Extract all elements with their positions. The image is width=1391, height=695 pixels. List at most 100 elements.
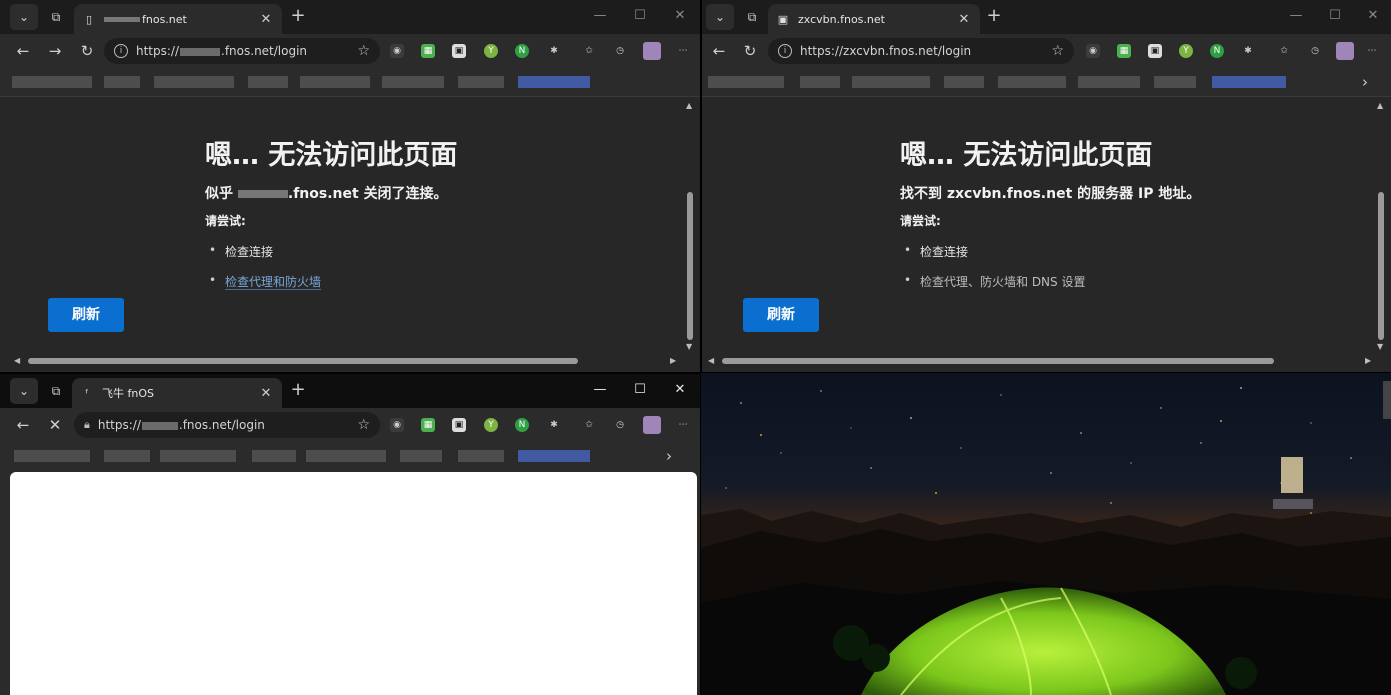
more-icon[interactable]: ⋯ bbox=[676, 418, 690, 432]
bookmark-item[interactable] bbox=[12, 76, 92, 88]
back-button[interactable]: ← bbox=[12, 415, 34, 435]
history-icon[interactable]: ◷ bbox=[613, 418, 627, 432]
bookmark-item[interactable] bbox=[1154, 76, 1196, 88]
star-icon[interactable]: ☆ bbox=[357, 43, 370, 59]
bookmark-item[interactable] bbox=[1078, 76, 1140, 88]
bookmark-item[interactable] bbox=[518, 450, 590, 462]
close-icon[interactable]: ✕ bbox=[258, 12, 274, 27]
workspaces-button[interactable]: ⧉ bbox=[42, 378, 70, 404]
bookmark-item[interactable] bbox=[944, 76, 984, 88]
close-window-icon[interactable]: ✕ bbox=[1363, 8, 1383, 23]
vertical-scrollbar[interactable] bbox=[687, 192, 693, 340]
more-icon[interactable]: ⋯ bbox=[676, 44, 690, 58]
maximize-icon[interactable]: ☐ bbox=[630, 382, 650, 397]
back-button[interactable]: ← bbox=[12, 41, 34, 61]
puzzle-icon[interactable]: ✱ bbox=[547, 418, 561, 432]
extension-icon[interactable]: ▣ bbox=[1148, 44, 1162, 58]
new-tab-button[interactable]: + bbox=[286, 6, 310, 28]
refresh-page-button[interactable]: 刷新 bbox=[48, 298, 124, 332]
puzzle-icon[interactable]: ✱ bbox=[1241, 44, 1255, 58]
chevron-right-icon[interactable]: › bbox=[658, 446, 680, 466]
refresh-button[interactable]: ↻ bbox=[739, 41, 761, 61]
back-button[interactable]: ← bbox=[708, 41, 730, 61]
bookmark-item[interactable] bbox=[252, 450, 296, 462]
tab-active[interactable]: ▣ zxcvbn.fnos.net ✕ bbox=[768, 4, 980, 34]
extension-icon[interactable]: ▦ bbox=[421, 418, 435, 432]
horizontal-scrollbar[interactable] bbox=[28, 358, 578, 364]
bookmark-item[interactable] bbox=[154, 76, 234, 88]
address-bar[interactable]: i https://.fnos.net/login ☆ bbox=[104, 38, 380, 64]
favorites-icon[interactable]: ✩ bbox=[582, 418, 596, 432]
address-bar[interactable]: i https://zxcvbn.fnos.net/login ☆ bbox=[768, 38, 1074, 64]
maximize-icon[interactable]: ☐ bbox=[1325, 8, 1345, 23]
bookmark-item[interactable] bbox=[14, 450, 90, 462]
workspaces-button[interactable]: ⧉ bbox=[738, 4, 766, 30]
forward-button[interactable]: → bbox=[44, 41, 66, 61]
scroll-left-icon[interactable]: ◀ bbox=[14, 356, 20, 365]
bookmark-item[interactable] bbox=[1212, 76, 1286, 88]
extension-icon[interactable]: Y bbox=[484, 418, 498, 432]
extension-icon[interactable]: ▣ bbox=[452, 418, 466, 432]
avatar[interactable] bbox=[1336, 42, 1354, 60]
extension-icon[interactable]: ▦ bbox=[1117, 44, 1131, 58]
star-icon[interactable]: ☆ bbox=[357, 417, 370, 433]
address-bar[interactable]: 🔒︎ https://.fnos.net/login ☆ bbox=[74, 412, 380, 438]
bookmark-item[interactable] bbox=[458, 450, 504, 462]
tab-active[interactable]: ᶠ 飞牛 fnOS ✕ bbox=[72, 378, 282, 408]
bookmark-item[interactable] bbox=[800, 76, 840, 88]
maximize-icon[interactable]: ☐ bbox=[630, 8, 650, 23]
star-icon[interactable]: ☆ bbox=[1051, 43, 1064, 59]
more-icon[interactable]: ⋯ bbox=[1365, 44, 1379, 58]
list-item-link[interactable]: 检查代理和防火墙 bbox=[205, 273, 457, 290]
scroll-up-icon[interactable]: ▲ bbox=[686, 101, 692, 110]
history-icon[interactable]: ◷ bbox=[613, 44, 627, 58]
extension-icon[interactable]: N bbox=[515, 418, 529, 432]
bookmark-item[interactable] bbox=[852, 76, 930, 88]
avatar[interactable] bbox=[643, 416, 661, 434]
desktop-widget-edge[interactable] bbox=[1383, 381, 1391, 419]
extension-icon[interactable]: ◉ bbox=[1086, 44, 1100, 58]
extension-icon[interactable]: ◉ bbox=[390, 418, 404, 432]
scroll-down-icon[interactable]: ▼ bbox=[1377, 342, 1383, 351]
favorites-icon[interactable]: ✩ bbox=[1277, 44, 1291, 58]
workspaces-button[interactable]: ⧉ bbox=[42, 4, 70, 30]
extension-icon[interactable]: N bbox=[1210, 44, 1224, 58]
favorites-icon[interactable]: ✩ bbox=[582, 44, 596, 58]
extension-icon[interactable]: Y bbox=[1179, 44, 1193, 58]
puzzle-icon[interactable]: ✱ bbox=[547, 44, 561, 58]
tab-active[interactable]: ▯ fnos.net ✕ bbox=[74, 4, 282, 34]
bookmark-item[interactable] bbox=[306, 450, 386, 462]
close-icon[interactable]: ✕ bbox=[956, 12, 972, 27]
bookmark-item[interactable] bbox=[998, 76, 1066, 88]
close-window-icon[interactable]: ✕ bbox=[670, 382, 690, 397]
close-window-icon[interactable]: ✕ bbox=[670, 8, 690, 23]
bookmark-item[interactable] bbox=[518, 76, 590, 88]
scroll-right-icon[interactable]: ▶ bbox=[670, 356, 676, 365]
avatar[interactable] bbox=[643, 42, 661, 60]
history-icon[interactable]: ◷ bbox=[1308, 44, 1322, 58]
horizontal-scrollbar[interactable] bbox=[722, 358, 1274, 364]
scroll-up-icon[interactable]: ▲ bbox=[1377, 101, 1383, 110]
bookmark-item[interactable] bbox=[382, 76, 444, 88]
tab-actions-button[interactable]: ⌄ bbox=[706, 4, 734, 30]
extension-icon[interactable]: ▣ bbox=[452, 44, 466, 58]
bookmark-item[interactable] bbox=[104, 450, 150, 462]
tab-actions-button[interactable]: ⌄ bbox=[10, 378, 38, 404]
refresh-button[interactable]: ↻ bbox=[76, 41, 98, 61]
extension-icon[interactable]: ◉ bbox=[390, 44, 404, 58]
scroll-down-icon[interactable]: ▼ bbox=[686, 342, 692, 351]
bookmark-item[interactable] bbox=[708, 76, 784, 88]
bookmark-item[interactable] bbox=[160, 450, 236, 462]
extension-icon[interactable]: Y bbox=[484, 44, 498, 58]
minimize-icon[interactable]: — bbox=[1286, 8, 1306, 23]
bookmark-item[interactable] bbox=[458, 76, 504, 88]
close-icon[interactable]: ✕ bbox=[258, 386, 274, 401]
minimize-icon[interactable]: — bbox=[590, 382, 610, 397]
bookmark-item[interactable] bbox=[248, 76, 288, 88]
new-tab-button[interactable]: + bbox=[286, 380, 310, 402]
extension-icon[interactable]: N bbox=[515, 44, 529, 58]
vertical-scrollbar[interactable] bbox=[1378, 192, 1384, 340]
stop-button[interactable]: ✕ bbox=[44, 415, 66, 435]
refresh-page-button[interactable]: 刷新 bbox=[743, 298, 819, 332]
minimize-icon[interactable]: — bbox=[590, 8, 610, 23]
